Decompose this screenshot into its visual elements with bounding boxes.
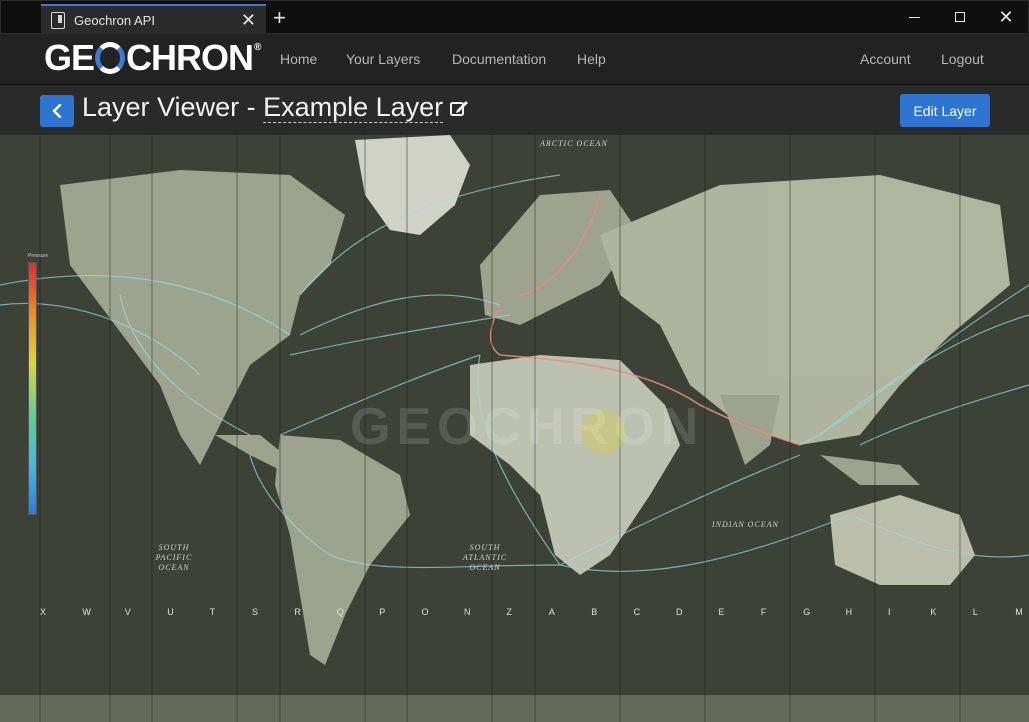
bottom-zone-letter-1: W: [82, 607, 91, 617]
minimize-icon: [908, 16, 920, 18]
bottom-zone-letter-5: S: [252, 607, 259, 617]
bottom-zone-letter-11: Z: [506, 607, 512, 617]
bottom-zone-letter-8: P: [379, 607, 386, 617]
bottom-zone-letter-19: H: [845, 607, 853, 617]
bottom-zone-letter-10: N: [464, 607, 471, 617]
world-map-viewer[interactable]: GEOCHRON ARCTIC OCEAN SOUTH PACIFIC OCEA…: [0, 135, 1029, 722]
bottom-zone-letter-7: Q: [336, 607, 344, 617]
bottom-zone-letter-15: D: [676, 607, 683, 617]
new-tab-icon[interactable]: +: [273, 4, 286, 32]
minimize-button[interactable]: [891, 1, 937, 33]
nav-link-home[interactable]: Home: [280, 51, 317, 67]
nav-link-account[interactable]: Account: [860, 51, 911, 67]
chevron-left-icon: [52, 104, 62, 118]
bottom-zone-letter-0: X: [40, 607, 47, 617]
bottom-zone-letter-18: G: [803, 607, 811, 617]
bottom-zone-letter-16: E: [718, 607, 725, 617]
bottom-zone-letter-4: T: [209, 607, 216, 617]
bottom-zone-letter-20: I: [888, 607, 891, 617]
logo-globe-icon: [95, 42, 126, 74]
page-title: Layer Viewer - Example Layer: [82, 92, 469, 123]
bottom-zone-letter-17: F: [760, 607, 767, 617]
nav-link-your-layers[interactable]: Your Layers: [346, 51, 420, 67]
bottom-zone-letter-9: O: [421, 607, 429, 617]
geochron-watermark: GEOCHRON: [350, 398, 705, 456]
edit-icon[interactable]: [449, 98, 469, 118]
tab-title: Geochron API: [74, 12, 155, 28]
main-navbar: GE CHRON ® Home Your Layers Documentatio…: [0, 34, 1029, 85]
maximize-button[interactable]: [937, 1, 983, 33]
close-window-button[interactable]: ✕: [983, 1, 1029, 33]
bottom-zone-letter-12: A: [548, 607, 555, 617]
page-icon: [51, 11, 65, 29]
geochron-logo[interactable]: GE CHRON ®: [44, 37, 261, 78]
ocean-label-south-atlantic: SOUTH ATLANTIC OCEAN: [462, 543, 508, 572]
logo-text-left: GE: [44, 37, 95, 78]
bottom-zone-letter-6: R: [294, 607, 301, 617]
bottom-zone-letter-13: B: [591, 607, 598, 617]
page-header: Layer Viewer - Example Layer Edit Layer: [0, 85, 1029, 135]
pressure-color-legend: [28, 262, 37, 515]
logo-text-right: CHRON: [126, 37, 254, 78]
nav-link-documentation[interactable]: Documentation: [452, 51, 546, 67]
ocean-label-indian: INDIAN OCEAN: [712, 520, 779, 529]
browser-tab[interactable]: Geochron API ✕: [41, 4, 266, 34]
bottom-zone-letter-3: U: [167, 607, 174, 617]
bottom-zone-letter-14: C: [633, 607, 641, 617]
window-titlebar: Geochron API ✕ + ✕: [0, 0, 1029, 34]
bottom-zone-letter-2: V: [124, 607, 131, 617]
logo-registered-mark: ®: [254, 42, 261, 53]
nav-link-logout[interactable]: Logout: [941, 51, 984, 67]
bottom-zone-letter-21: K: [930, 607, 937, 617]
close-tab-icon[interactable]: ✕: [241, 10, 256, 31]
edit-layer-button[interactable]: Edit Layer: [900, 94, 990, 127]
bottom-zone-letter-22: L: [972, 607, 978, 617]
ocean-label-arctic: ARCTIC OCEAN: [540, 139, 608, 148]
nav-link-help[interactable]: Help: [577, 51, 606, 67]
close-icon: ✕: [998, 6, 1014, 27]
legend-title: Pressure: [28, 253, 49, 259]
page-title-prefix: Layer Viewer -: [82, 92, 264, 122]
bottom-zone-letter-23: M: [1015, 607, 1023, 617]
maximize-icon: [955, 12, 965, 22]
layer-name-editable[interactable]: Example Layer: [263, 92, 444, 123]
ocean-label-south-pacific: SOUTH PACIFIC OCEAN: [155, 543, 193, 572]
back-button[interactable]: [40, 95, 74, 127]
